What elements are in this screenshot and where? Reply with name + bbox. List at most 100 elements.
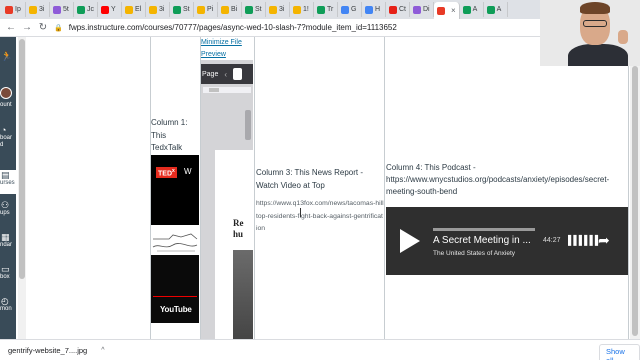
nav-groups[interactable]: ⚇ ups [0, 200, 16, 217]
chevron-left-icon[interactable]: ‹ [224, 70, 227, 79]
nav-inbox[interactable]: ▭ box [0, 264, 16, 281]
tab-favicon-icon [462, 5, 471, 14]
nav-account-label: ount [0, 102, 12, 108]
tab-title: G [351, 6, 357, 13]
pdf-page-label: Page [202, 70, 219, 78]
browser-tab[interactable]: Bi [218, 2, 242, 17]
nav-calendar[interactable]: ▦ ndar [0, 232, 16, 249]
scrollbar-thumb[interactable] [632, 66, 638, 336]
browser-tab[interactable]: St [242, 2, 266, 17]
browser-tab[interactable]: 3i [266, 2, 290, 17]
tab-favicon-icon [245, 5, 253, 14]
browser-tab[interactable]: A [484, 2, 508, 17]
tab-title: H [375, 6, 381, 13]
tab-favicon-icon [437, 6, 445, 15]
address-bar[interactable]: fwps.instructure.com/courses/70777/pages… [69, 23, 397, 32]
browser-tab[interactable]: H [362, 2, 386, 17]
ted-logo-text: TED [158, 170, 172, 178]
browser-tab[interactable]: Di [410, 2, 434, 17]
tab-title: St [255, 6, 262, 13]
pdf-viewer[interactable]: Page ‹ Re hu [201, 60, 253, 340]
browser-tab[interactable]: Pi [194, 2, 218, 17]
groups-icon: ⚇ [1, 200, 10, 210]
table-border [628, 37, 629, 339]
tab-favicon-icon [341, 5, 349, 14]
tab-title: Di [423, 6, 430, 13]
course-nav-scrollbar[interactable] [18, 37, 26, 339]
browser-tab[interactable]: Ip [2, 2, 26, 17]
tab-title: 5t [63, 6, 69, 13]
podcast-player: A Secret Meeting in ... The United State… [386, 207, 628, 275]
browser-tab[interactable]: Y [98, 2, 122, 17]
browser-tab[interactable]: Jc [74, 2, 98, 17]
nav-account[interactable]: ount [0, 102, 16, 109]
youtube-logo[interactable]: YouTube [160, 305, 192, 314]
tab-title: A [472, 6, 478, 13]
scrollbar-thumb[interactable] [209, 88, 219, 92]
avatar[interactable] [0, 87, 12, 99]
tedx-video-thumbnail[interactable]: TEDx W [151, 155, 199, 225]
podcast-episode-title[interactable]: A Secret Meeting in ... [433, 235, 538, 246]
show-all-button[interactable]: Show all [599, 344, 640, 360]
scrollbar-thumb[interactable] [19, 39, 25, 279]
browser-tab[interactable]: A [460, 2, 484, 17]
podcast-duration: 44:27 [543, 237, 561, 244]
lock-icon[interactable]: 🔒 [54, 24, 63, 32]
webcam-overlay [540, 0, 640, 66]
youtube-progress-bar[interactable] [153, 296, 197, 297]
tab-title: 3i [279, 6, 285, 13]
tab-favicon-icon [77, 5, 85, 14]
preview-link[interactable]: Preview [201, 51, 226, 58]
nav-groups-label: ups [0, 210, 10, 216]
tab-favicon-icon [389, 5, 397, 14]
nav-dashboard-label-2: d [0, 142, 4, 148]
close-tab-icon[interactable]: × [451, 6, 456, 15]
tab-favicon-icon [173, 5, 181, 14]
page-scrollbar[interactable] [630, 66, 640, 339]
nav-calendar-label: ndar [0, 242, 13, 248]
browser-tab[interactable]: Ct [386, 2, 410, 17]
tab-favicon-icon [413, 5, 421, 14]
nav-dashboard[interactable]: ◔ boar d [0, 125, 16, 149]
video-title: W [184, 167, 192, 176]
institution-logo-icon[interactable]: 🏃 [0, 51, 16, 61]
chevron-up-icon[interactable]: ^ [101, 347, 104, 354]
page-number-input[interactable] [233, 68, 243, 80]
nav-courses[interactable]: ▤ urses [0, 170, 16, 194]
canvas-global-nav: 🏃 ount ◔ boar d ▤ urses ⚇ ups ▦ ndar ▭ b… [0, 37, 16, 339]
download-filename[interactable]: gentrify-website_7....jpg [8, 346, 87, 355]
pdf-vertical-scrollbar[interactable] [245, 110, 251, 140]
back-icon[interactable]: ← [6, 22, 16, 33]
tab-favicon-icon [317, 5, 325, 14]
video-sketch-frame[interactable] [151, 225, 199, 255]
browser-tab[interactable]: 5t [50, 2, 74, 17]
minimize-file-link[interactable]: Minimize File [201, 39, 242, 46]
share-icon[interactable]: ➦ [598, 232, 610, 249]
browser-tab[interactable]: El [122, 2, 146, 17]
tab-title: Bi [231, 6, 238, 13]
youtube-embed[interactable]: YouTube [151, 255, 199, 323]
tab-favicon-icon [486, 5, 495, 14]
browser-tab[interactable]: St [170, 2, 194, 17]
browser-tab[interactable]: 1! [290, 2, 314, 17]
column-3-title: Column 3: This News Report - Watch Video… [256, 168, 363, 190]
nav-dashboard-label: boar [0, 135, 13, 141]
waveform-icon[interactable]: ▌▌▌▌▌▌ [568, 235, 601, 245]
browser-tab[interactable]: G [338, 2, 362, 17]
table-border [384, 37, 385, 339]
inbox-icon: ▭ [1, 264, 10, 274]
forward-icon[interactable]: → [22, 22, 32, 33]
news-report-link[interactable]: https://www.q13fox.com/news/tacomas-hill… [256, 198, 384, 236]
browser-tab[interactable]: 3i [146, 2, 170, 17]
download-item[interactable]: gentrify-website_7....jpg ^ [0, 346, 105, 355]
pdf-horizontal-scrollbar[interactable] [203, 87, 251, 93]
nav-commons[interactable]: ◴ mon [0, 296, 16, 313]
podcast-progress-bar[interactable] [433, 228, 535, 231]
play-icon[interactable] [400, 229, 420, 253]
podcast-show-name[interactable]: The United States of Anxiety [433, 250, 515, 257]
browser-tab[interactable]: 3i [26, 2, 50, 17]
browser-tab[interactable]: × [434, 2, 460, 19]
reload-icon[interactable]: ↻ [38, 22, 48, 33]
sketch-drawing [152, 233, 198, 252]
browser-tab[interactable]: Tr [314, 2, 338, 17]
